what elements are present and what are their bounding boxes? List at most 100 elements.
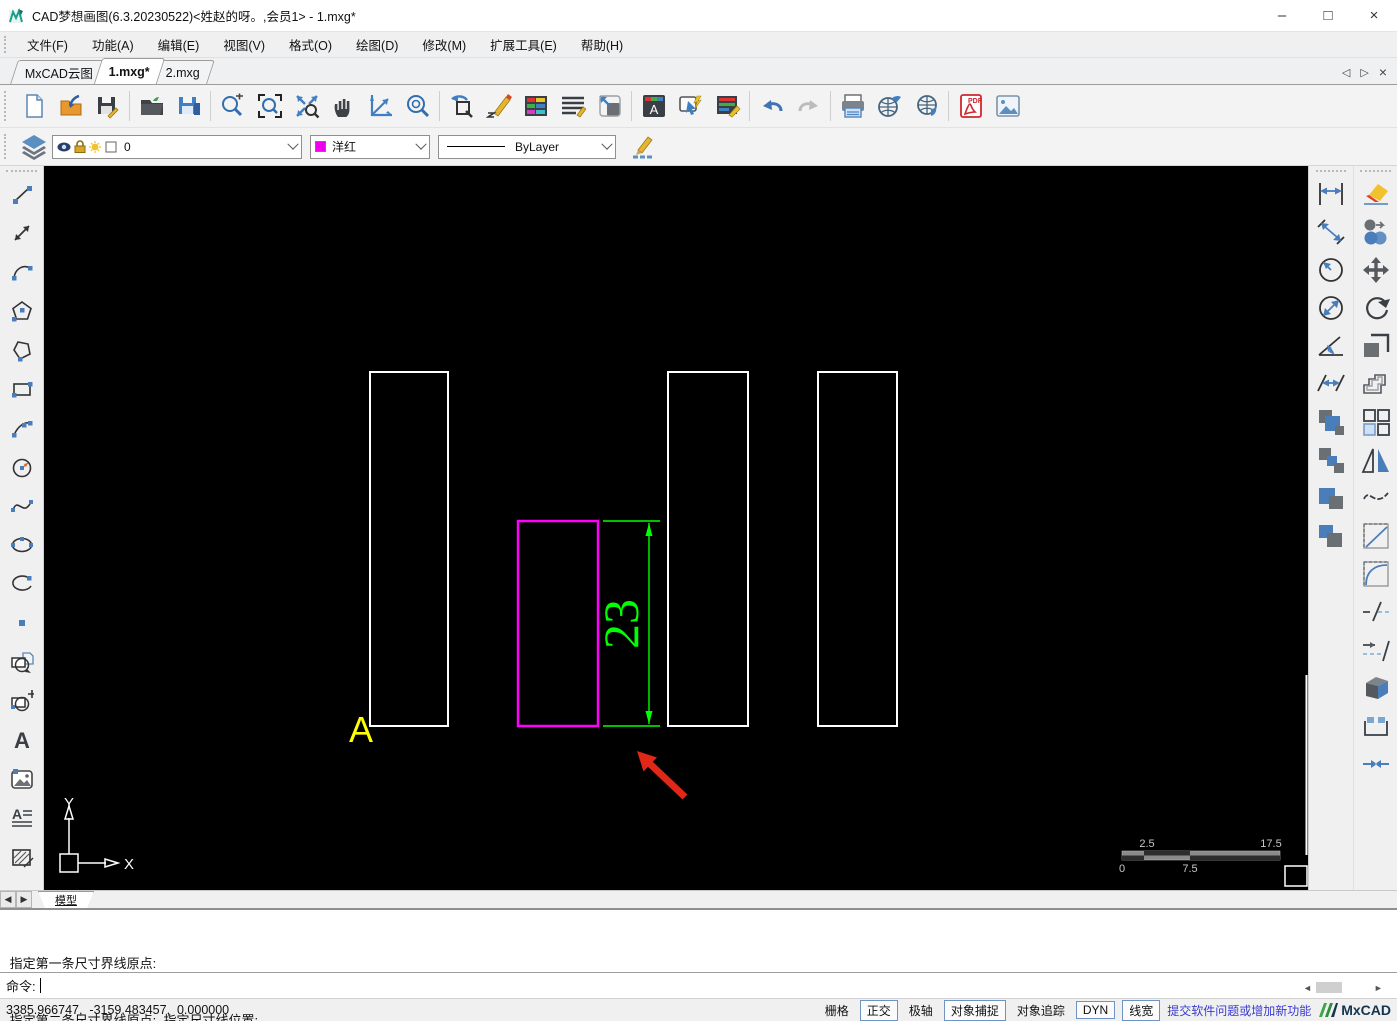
layer-select[interactable]: 0 xyxy=(52,135,302,159)
new-file-button[interactable] xyxy=(15,88,52,125)
tab-scroll-right-button[interactable]: ▷ xyxy=(1360,66,1368,79)
menu-help[interactable]: 帮助(H) xyxy=(569,32,635,57)
fillet-button[interactable] xyxy=(1358,556,1394,592)
publish-web-button[interactable] xyxy=(871,88,908,125)
redo-button[interactable] xyxy=(790,88,827,125)
save-as-button[interactable] xyxy=(170,88,207,125)
zoom-previous-button[interactable] xyxy=(443,88,480,125)
join-button[interactable] xyxy=(1358,746,1394,782)
copy-array-3-button[interactable] xyxy=(1313,480,1349,516)
hatch-tool-button[interactable] xyxy=(5,839,39,875)
linetype-select[interactable]: ByLayer xyxy=(438,135,616,159)
arc-3pt-tool-button[interactable] xyxy=(5,410,39,446)
point-tool-button[interactable] xyxy=(5,605,39,641)
selected-rect[interactable] xyxy=(518,521,598,726)
menu-function[interactable]: 功能(A) xyxy=(80,32,146,57)
open-web-button[interactable] xyxy=(908,88,945,125)
zoom-in-out-button[interactable] xyxy=(214,88,251,125)
tab-1mxg[interactable]: 1.mxg* xyxy=(94,58,165,84)
menu-format[interactable]: 格式(O) xyxy=(277,32,344,57)
extend-button[interactable] xyxy=(1358,632,1394,668)
scroll-thumb[interactable] xyxy=(1316,982,1342,993)
erase-button[interactable] xyxy=(1358,176,1394,212)
command-hscrollbar[interactable]: ◄ ► xyxy=(1303,980,1395,995)
copy-button[interactable] xyxy=(1358,214,1394,250)
export-pdf-button[interactable]: PDF xyxy=(952,88,989,125)
copy-array-1-button[interactable] xyxy=(1313,404,1349,440)
image-tool-button[interactable] xyxy=(5,761,39,797)
menu-view[interactable]: 视图(V) xyxy=(211,32,277,57)
spline-edit-button[interactable] xyxy=(1358,480,1394,516)
pan-button[interactable] xyxy=(325,88,362,125)
entity-rect-2[interactable] xyxy=(668,372,748,726)
offset-button[interactable] xyxy=(1358,366,1394,402)
undo-button[interactable] xyxy=(753,88,790,125)
stretch-button[interactable] xyxy=(1358,328,1394,364)
ellipse-tool-button[interactable] xyxy=(5,527,39,563)
polygon-tool-button[interactable] xyxy=(5,293,39,329)
dim-diameter-button[interactable] xyxy=(1313,290,1349,326)
chamfer-button[interactable] xyxy=(1358,518,1394,554)
scroll-right-arrow[interactable]: ► xyxy=(1374,983,1383,993)
move-button[interactable] xyxy=(1358,252,1394,288)
circle-tool-button[interactable] xyxy=(5,449,39,485)
tab-close-button[interactable]: × xyxy=(1379,64,1387,80)
scale-tool-button[interactable] xyxy=(591,88,628,125)
trim-button[interactable] xyxy=(1358,594,1394,630)
dim-continue-button[interactable] xyxy=(1313,366,1349,402)
create-block-button[interactable] xyxy=(5,683,39,719)
match-properties-button[interactable] xyxy=(709,88,746,125)
dim-angular-button[interactable] xyxy=(1313,328,1349,364)
linetype-manager-button[interactable] xyxy=(554,88,591,125)
copy-array-4-button[interactable] xyxy=(1313,518,1349,554)
zoom-extents-button[interactable] xyxy=(288,88,325,125)
array-button[interactable] xyxy=(1358,404,1394,440)
line-tool-button[interactable] xyxy=(5,176,39,212)
dim-linear-button[interactable] xyxy=(1313,176,1349,212)
open-drawing-button[interactable] xyxy=(52,88,89,125)
close-button[interactable]: × xyxy=(1351,0,1397,31)
export-image-button[interactable] xyxy=(989,88,1026,125)
mirror-button[interactable] xyxy=(1358,442,1394,478)
copy-array-2-button[interactable] xyxy=(1313,442,1349,478)
model-prev-button[interactable]: ◀ xyxy=(0,891,16,908)
menu-modify[interactable]: 修改(M) xyxy=(410,32,478,57)
color-select[interactable]: 洋红 xyxy=(310,135,430,159)
spline-tool-button[interactable] xyxy=(5,488,39,524)
zoom-scale-button[interactable] xyxy=(362,88,399,125)
xline-tool-button[interactable] xyxy=(5,215,39,251)
dim-aligned-button[interactable] xyxy=(1313,214,1349,250)
color-table-button[interactable] xyxy=(517,88,554,125)
tab-mxcad-cloud[interactable]: MxCAD云图 xyxy=(10,60,108,84)
menu-edit[interactable]: 编辑(E) xyxy=(146,32,212,57)
print-button[interactable] xyxy=(834,88,871,125)
menu-draw[interactable]: 绘图(D) xyxy=(344,32,410,57)
drawing-canvas[interactable]: 23 A Y X 2.5 17.5 xyxy=(44,166,1308,890)
polyline-tool-button[interactable] xyxy=(5,332,39,368)
tab-scroll-left-button[interactable]: ◁ xyxy=(1342,66,1350,79)
menu-ext-tools[interactable]: 扩展工具(E) xyxy=(478,32,569,57)
ellipse-arc-tool-button[interactable] xyxy=(5,566,39,602)
break-button[interactable] xyxy=(1358,708,1394,744)
entity-rect-1[interactable] xyxy=(370,372,448,726)
mtext-tool-button[interactable]: A xyxy=(5,800,39,836)
rotate-button[interactable] xyxy=(1358,290,1394,326)
scroll-left-arrow[interactable]: ◄ xyxy=(1303,983,1312,993)
linewidth-pencil-button[interactable] xyxy=(624,128,661,165)
box-3d-button[interactable] xyxy=(1358,670,1394,706)
arc-tool-button[interactable] xyxy=(5,254,39,290)
insert-block-button[interactable] xyxy=(5,644,39,680)
zoom-center-button[interactable] xyxy=(399,88,436,125)
draw-order-button[interactable] xyxy=(480,88,517,125)
menu-file[interactable]: 文件(F) xyxy=(15,32,80,57)
quick-select-button[interactable] xyxy=(672,88,709,125)
text-style-button[interactable]: A xyxy=(635,88,672,125)
entity-rect-3[interactable] xyxy=(818,372,897,726)
model-tab[interactable]: 模型 xyxy=(38,891,94,908)
dim-radius-button[interactable] xyxy=(1313,252,1349,288)
maximize-button[interactable]: □ xyxy=(1305,0,1351,31)
dimension[interactable]: 23 xyxy=(593,521,660,726)
canvas-scroll-indicator[interactable] xyxy=(1306,675,1308,855)
layer-manager-button[interactable] xyxy=(15,128,52,165)
open-folder-button[interactable] xyxy=(133,88,170,125)
